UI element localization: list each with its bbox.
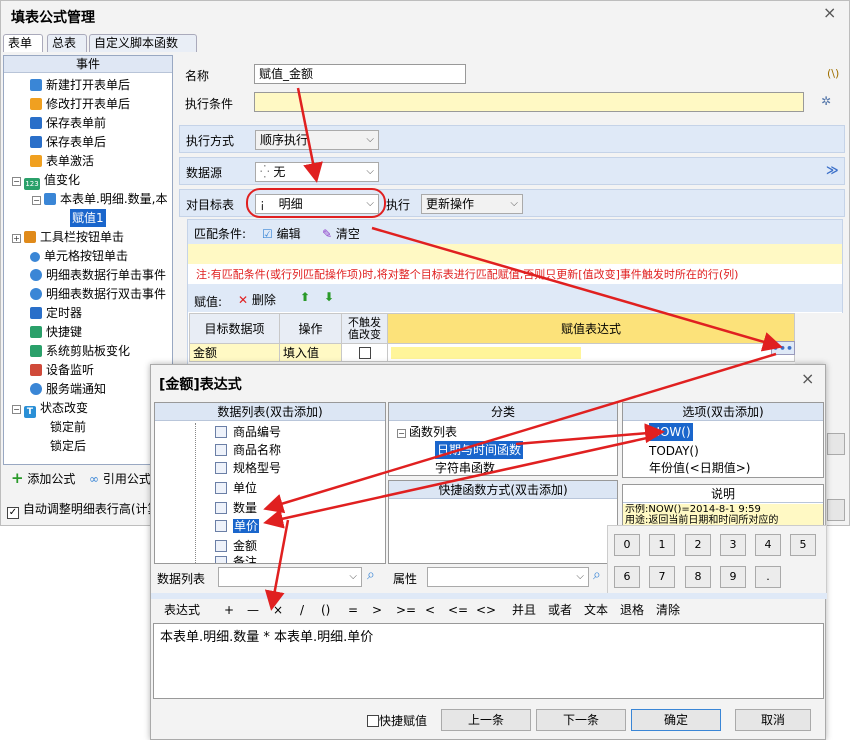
annotation-arrows <box>263 87 783 611</box>
arrow-6 <box>264 519 290 611</box>
arrow-1 <box>296 87 323 183</box>
arrow-3 <box>263 352 777 514</box>
arrow-4 <box>515 423 665 446</box>
arrow-2 <box>371 226 783 352</box>
